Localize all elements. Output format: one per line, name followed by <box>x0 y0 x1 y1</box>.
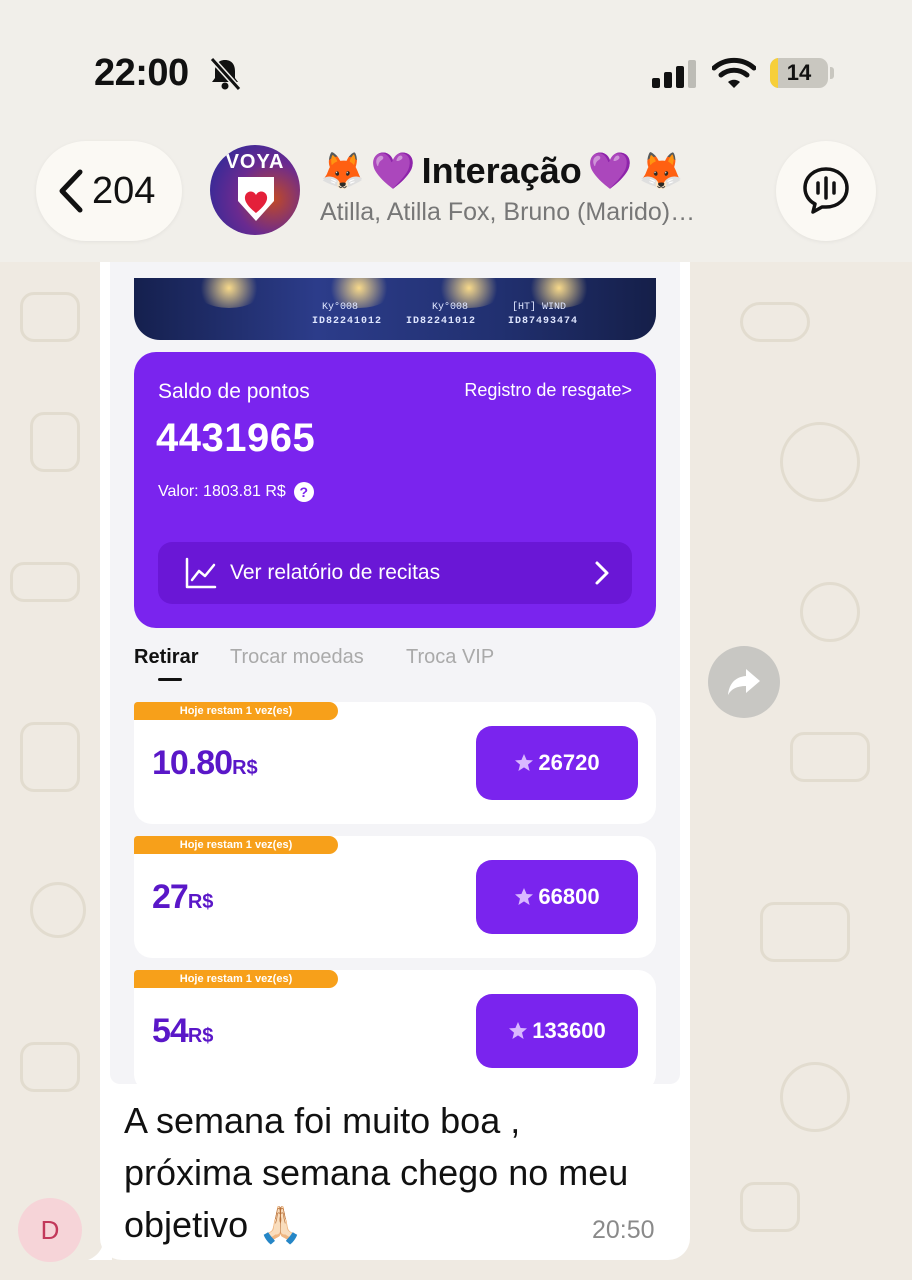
redeem-cost: 26720 <box>538 750 600 775</box>
tab-vip-exchange[interactable]: Troca VIP <box>406 646 494 669</box>
back-button[interactable]: 204 <box>36 141 182 241</box>
banner-user-name: Ky°008 <box>322 302 359 313</box>
daily-limit-badge: Hoje restam 1 vez(es) <box>134 970 338 988</box>
redeem-cost: 66800 <box>538 884 600 909</box>
offer-currency: R$ <box>187 1025 214 1047</box>
voice-chat-button[interactable] <box>776 141 876 241</box>
wifi-icon <box>712 57 756 88</box>
tab-withdraw[interactable]: Retirar <box>134 646 198 669</box>
active-tab-indicator <box>158 678 182 681</box>
offer-amount: 54R$ <box>152 1012 213 1051</box>
daily-limit-badge: Hoje restam 1 vez(es) <box>134 702 338 720</box>
offer-currency: R$ <box>232 757 258 779</box>
forward-button[interactable] <box>708 646 780 718</box>
redeem-cost: 133600 <box>532 1018 606 1043</box>
offer-amount-value: 54 <box>152 1012 189 1050</box>
offer-amount-value: 27 <box>152 878 189 916</box>
points-value: 4431965 <box>156 416 316 460</box>
cellular-signal-icon <box>652 60 696 88</box>
income-report-label: Ver relatório de recitas <box>230 561 441 584</box>
bubble-tail <box>88 1236 112 1260</box>
offer-amount-value: 10.80 <box>152 744 233 782</box>
line-chart-icon <box>185 557 217 589</box>
redeem-button[interactable]: 26720 <box>476 726 638 800</box>
heart-shield-icon <box>238 177 274 221</box>
redeem-button[interactable]: 66800 <box>476 860 638 934</box>
exchange-tabs: Retirar Trocar moedas Troca VIP <box>134 646 656 686</box>
points-label: Saldo de pontos <box>158 380 310 403</box>
bell-muted-icon <box>209 56 242 92</box>
fox-emoji: 🦊 <box>638 151 684 192</box>
daily-limit-badge: Hoje restam 1 vez(es) <box>134 836 338 854</box>
redeem-button[interactable]: 133600 <box>476 994 638 1068</box>
banner-user-id: ID87493474 <box>508 316 579 327</box>
withdraw-offer: Hoje restam 1 vez(es) 54R$ 133600 <box>134 970 656 1084</box>
banner-user-id: ID82241012 <box>406 316 477 327</box>
star-icon <box>515 754 534 771</box>
star-icon <box>515 888 534 905</box>
message-line: A semana foi muito boa , <box>124 1100 521 1141</box>
top-bar: 22:00 14 204 VOYA 🦊 💜 Interação 💜 🦊 Atil… <box>0 0 912 262</box>
ranking-banner: Ky°008 Ky°008 [HT] WIND ID82241012 ID822… <box>134 278 656 340</box>
group-title[interactable]: 🦊 💜 Interação 💜 🦊 <box>320 150 683 192</box>
points-worth: Valor: 1803.81 R$ ? <box>158 482 314 502</box>
offer-amount: 27R$ <box>152 878 213 917</box>
banner-user-id: ID82241012 <box>312 316 383 327</box>
tab-swap-coins[interactable]: Trocar moedas <box>230 646 364 669</box>
points-worth-text: Valor: 1803.81 R$ <box>158 483 286 500</box>
battery-cap <box>830 67 834 79</box>
purple-heart-emoji: 💜 <box>370 151 416 192</box>
banner-user-name: Ky°008 <box>432 302 469 313</box>
audio-wave-icon <box>803 167 849 214</box>
group-title-text: Interação <box>421 150 582 191</box>
battery-indicator: 14 <box>770 58 828 88</box>
help-icon[interactable]: ? <box>293 482 314 502</box>
avatar-logo-text: VOYA <box>225 151 285 173</box>
message-line-text: objetivo <box>124 1204 249 1245</box>
offer-amount: 10.80R$ <box>152 744 258 783</box>
message-timestamp: 20:50 <box>592 1216 655 1244</box>
shared-screenshot[interactable]: Ky°008 Ky°008 [HT] WIND ID82241012 ID822… <box>110 262 680 1084</box>
group-members[interactable]: Atilla, Atilla Fox, Bruno (Marido)… <box>320 198 750 227</box>
withdraw-offer: Hoje restam 1 vez(es) 10.80R$ 26720 <box>134 702 656 824</box>
sender-avatar[interactable]: D <box>18 1198 82 1262</box>
redeem-history-link[interactable]: Registro de resgate> <box>464 380 632 401</box>
battery-percent: 14 <box>786 60 812 85</box>
chevron-left-icon <box>59 169 83 213</box>
star-icon <box>509 1022 528 1039</box>
withdraw-offer: Hoje restam 1 vez(es) 27R$ 66800 <box>134 836 656 958</box>
income-report-button[interactable]: Ver relatório de recitas <box>158 542 632 604</box>
fox-emoji: 🦊 <box>320 151 365 192</box>
message-line: próxima semana chego no meu <box>124 1152 629 1193</box>
banner-user-name: [HT] WIND <box>512 302 567 313</box>
status-time: 22:00 <box>94 52 189 94</box>
chevron-right-icon <box>595 561 609 585</box>
praying-hands-emoji: 🙏🏻 <box>258 1205 303 1246</box>
points-balance-card: Saldo de pontos Registro de resgate> 443… <box>134 352 656 628</box>
purple-heart-emoji: 💜 <box>587 151 633 192</box>
unread-count: 204 <box>92 169 156 212</box>
forward-arrow-icon <box>728 669 760 695</box>
offer-currency: R$ <box>187 891 214 913</box>
group-avatar[interactable]: VOYA <box>210 145 300 235</box>
